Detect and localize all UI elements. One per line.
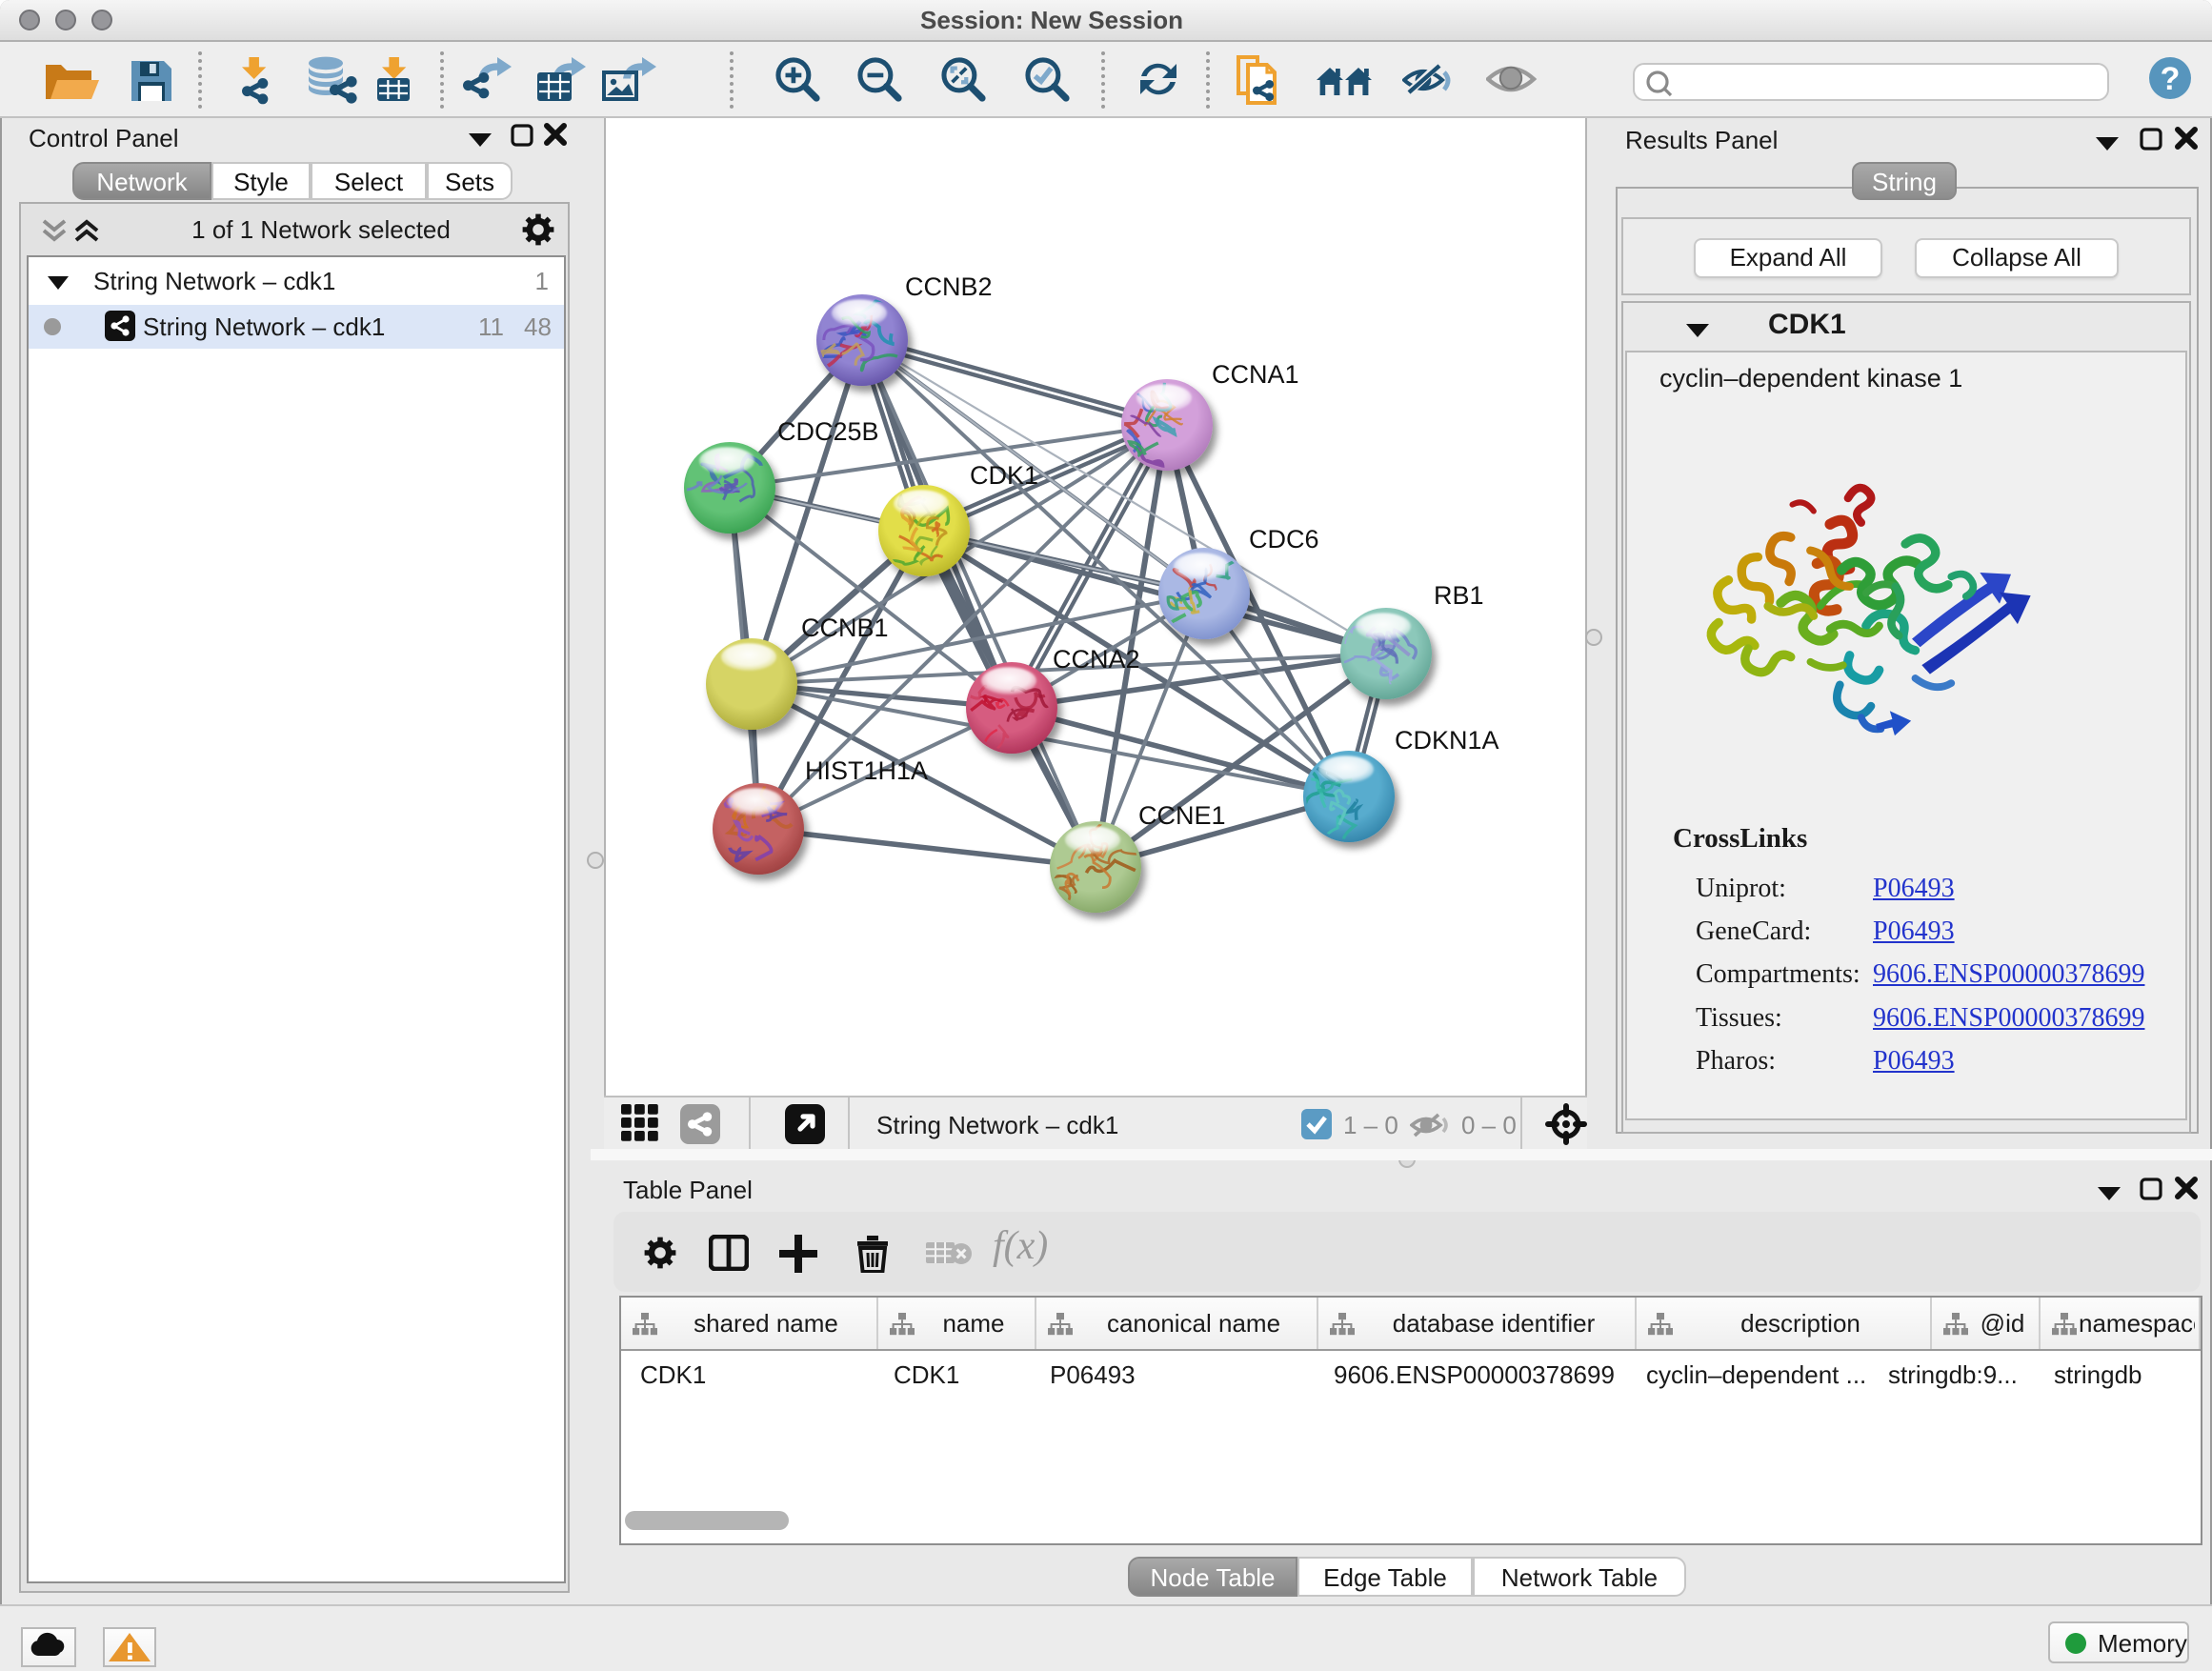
svg-text:CCNB2: CCNB2 — [905, 272, 993, 301]
svg-text:CDK1: CDK1 — [970, 461, 1038, 490]
svg-text:CCNB1: CCNB1 — [801, 614, 889, 642]
svg-text:RB1: RB1 — [1434, 581, 1484, 610]
svg-text:CCNE1: CCNE1 — [1138, 801, 1226, 830]
svg-text:CDC25B: CDC25B — [777, 417, 879, 446]
svg-text:CCNA1: CCNA1 — [1212, 360, 1299, 389]
svg-text:?: ? — [2161, 61, 2181, 97]
svg-text:CDC6: CDC6 — [1249, 525, 1319, 554]
svg-text:CCNA2: CCNA2 — [1053, 645, 1140, 674]
svg-text:HIST1H1A: HIST1H1A — [805, 756, 928, 785]
svg-text:CDKN1A: CDKN1A — [1395, 726, 1499, 755]
